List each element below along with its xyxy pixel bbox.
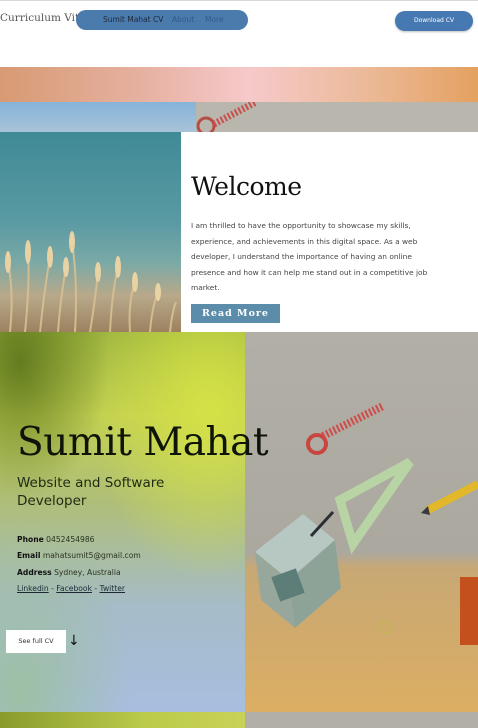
phone-label: Phone (17, 535, 44, 544)
stationery-photo (245, 332, 478, 712)
address-info: Address Sydney, Australia (17, 568, 121, 577)
see-full-cv-button[interactable]: See full CV (6, 630, 66, 653)
sky-image-strip (0, 102, 196, 132)
nav-item-more[interactable]: More (205, 15, 224, 24)
tape-ruler-image (196, 98, 258, 136)
linkedin-link[interactable]: Linkedin (17, 584, 49, 593)
triangle-ruler (334, 458, 414, 555)
nav-item-cv[interactable]: Sumit Mahat CV (103, 15, 163, 24)
link-separator: - (94, 584, 98, 593)
hero-subtitle: Website and Software Developer (17, 475, 165, 509)
gradient-banner (0, 67, 478, 102)
email-info: Email mahatsumit5@gmail.com (17, 551, 141, 560)
social-links: Linkedin - Facebook - Twitter (17, 584, 125, 593)
link-separator: - (51, 584, 54, 593)
email-label: Email (17, 551, 41, 560)
hero-name: Sumit Mahat (17, 420, 269, 465)
twitter-link[interactable]: Twitter (100, 584, 125, 593)
phone-value: 0452454986 (46, 535, 95, 544)
phone-info: Phone 0452454986 (17, 535, 95, 544)
next-section-green-strip (0, 712, 245, 728)
hero-background (0, 332, 245, 712)
address-label: Address (17, 568, 52, 577)
next-section-gray-strip (245, 712, 478, 728)
stationery-image-strip (196, 98, 478, 136)
tape-icon (306, 433, 328, 455)
email-value[interactable]: mahatsumit5@gmail.com (43, 551, 141, 560)
arrow-down-icon: ↓ (68, 633, 80, 649)
nav-item-about[interactable]: About (172, 15, 194, 24)
read-more-button[interactable]: Read More (191, 304, 280, 323)
address-value: Sydney, Australia (54, 568, 121, 577)
download-cv-button[interactable]: Download CV (395, 11, 473, 31)
facebook-link[interactable]: Facebook (56, 584, 92, 593)
wheat-field-image (0, 132, 181, 332)
welcome-title: Welcome (191, 172, 302, 201)
welcome-text: I am thrilled to have the opportunity to… (191, 221, 428, 292)
